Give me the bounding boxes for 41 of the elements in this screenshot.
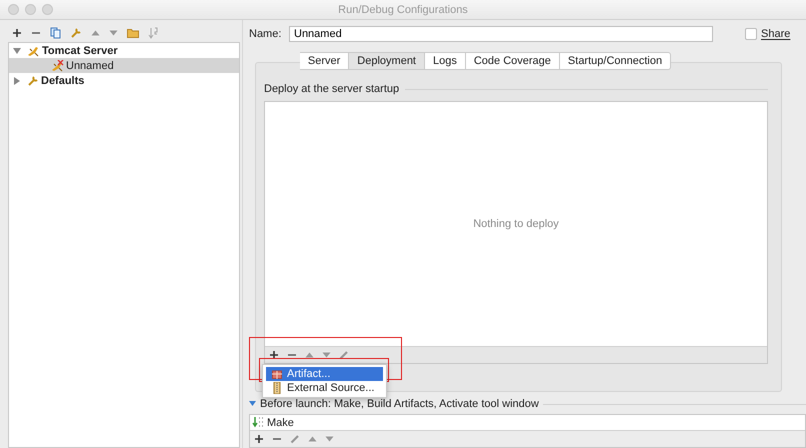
edit-icon[interactable] xyxy=(339,350,349,360)
move-up-icon[interactable] xyxy=(305,351,314,359)
wrench-icon xyxy=(27,74,39,86)
move-up-icon[interactable] xyxy=(91,29,100,37)
tab[interactable]: Code Coverage xyxy=(466,52,560,70)
empty-message: Nothing to deploy xyxy=(473,218,559,230)
window-title: Run/Debug Configurations xyxy=(338,4,468,16)
tab[interactable]: Server xyxy=(300,52,350,70)
move-down-icon[interactable] xyxy=(325,435,334,443)
tree-item[interactable]: Unnamed xyxy=(9,58,239,73)
section-heading: Deploy at the server startup xyxy=(264,83,400,95)
move-up-icon[interactable] xyxy=(308,435,317,443)
collapse-arrow-icon[interactable] xyxy=(13,46,21,54)
menu-item[interactable]: External Source... xyxy=(266,381,383,395)
expand-arrow-icon[interactable] xyxy=(13,76,21,84)
sort-icon[interactable] xyxy=(148,27,158,39)
name-field[interactable]: Unnamed xyxy=(289,26,713,42)
gift-icon xyxy=(272,369,282,379)
add-icon[interactable] xyxy=(12,28,22,38)
copy-icon[interactable] xyxy=(50,27,61,39)
share-label: Share xyxy=(761,28,790,40)
edit-icon[interactable] xyxy=(290,434,300,444)
add-icon[interactable] xyxy=(269,350,279,360)
move-down-icon[interactable] xyxy=(109,29,118,37)
add-icon[interactable] xyxy=(254,434,264,444)
task-item[interactable]: Make xyxy=(250,415,805,430)
tab[interactable]: Deployment xyxy=(349,52,425,70)
tab[interactable]: Startup/Connection xyxy=(560,52,672,70)
tab[interactable]: Logs xyxy=(425,52,466,70)
section-heading: Before launch: Make, Build Artifacts, Activate tool window xyxy=(260,398,539,410)
build-icon xyxy=(252,417,264,428)
tree-item[interactable]: Defaults xyxy=(9,73,239,88)
share-checkbox[interactable] xyxy=(745,28,757,40)
tree-item[interactable]: Tomcat Server xyxy=(9,43,239,58)
move-down-icon[interactable] xyxy=(322,351,331,359)
zipper-icon xyxy=(272,382,282,394)
name-label: Name: xyxy=(249,28,282,40)
wrench-icon[interactable] xyxy=(70,27,82,39)
menu-item[interactable]: Artifact... xyxy=(266,367,383,381)
folder-icon[interactable] xyxy=(127,28,139,38)
collapse-arrow-icon[interactable] xyxy=(249,401,256,407)
